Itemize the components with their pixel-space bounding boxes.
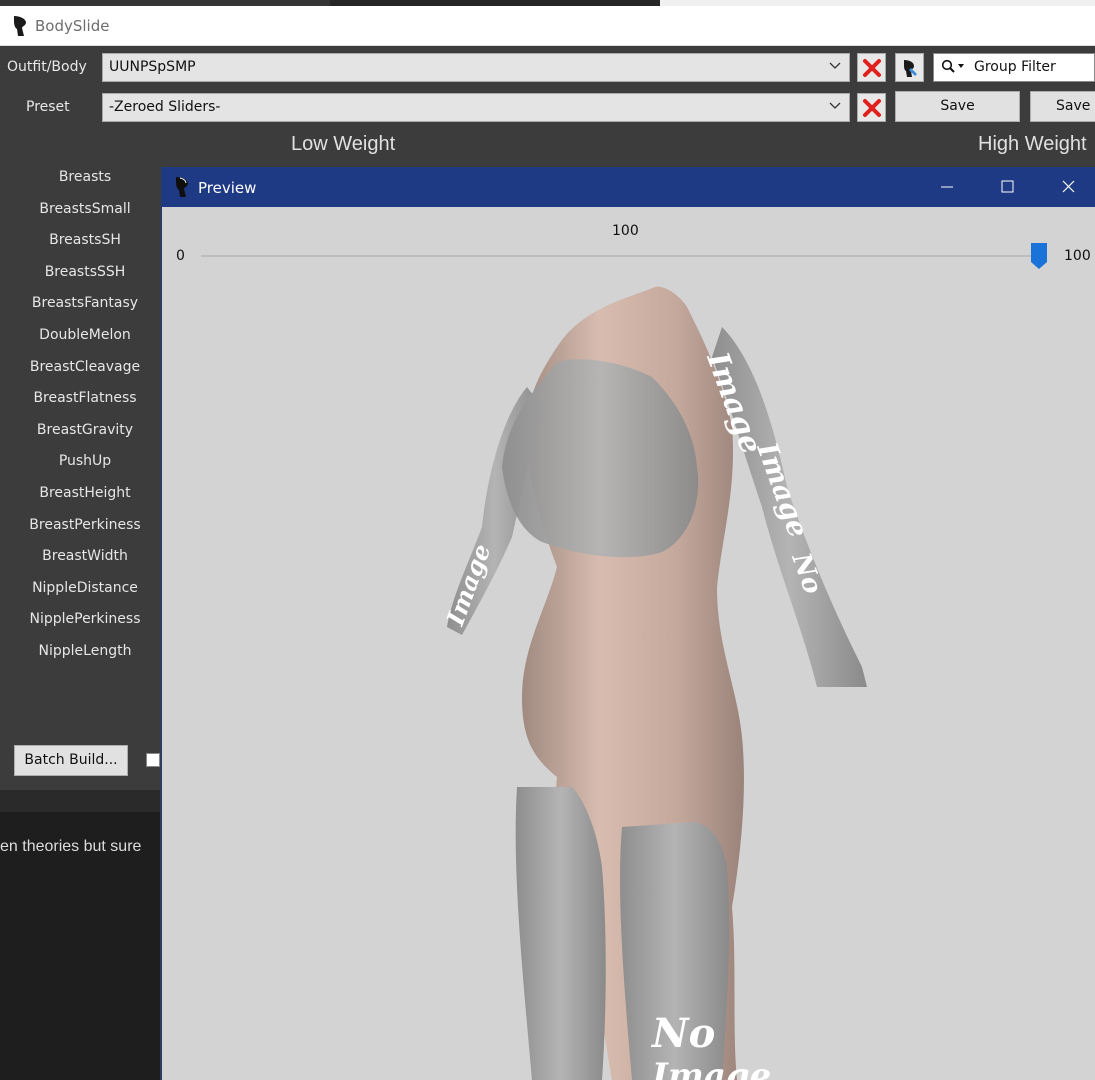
outfit-body-dropdown[interactable]: UUNPSpSMP (102, 53, 850, 82)
preset-label: Preset (26, 99, 70, 115)
chevron-down-icon (829, 102, 841, 109)
slider-name-breastgravity: BreastGravity (36, 421, 134, 438)
weight-max-label: 100 (1064, 248, 1091, 264)
outfit-body-label: Outfit/Body (7, 59, 87, 75)
maximize-button[interactable] (977, 167, 1037, 207)
preset-value: -Zeroed Sliders- (109, 99, 221, 115)
preview-title: Preview (198, 179, 257, 197)
maximize-icon (1001, 180, 1014, 193)
outfit-studio-icon (904, 60, 917, 77)
svg-text:Image: Image (651, 1056, 771, 1080)
clear-outfit-button[interactable] (857, 53, 886, 82)
outfit-studio-button[interactable] (895, 53, 924, 82)
slider-name-breastsssh: BreastsSSH (44, 263, 126, 280)
bodyslide-logo-icon (176, 177, 188, 197)
group-filter-input[interactable]: Group Filter (933, 53, 1095, 82)
preset-dropdown[interactable]: -Zeroed Sliders- (102, 93, 850, 122)
slider-name-breastssh: BreastsSH (49, 232, 121, 249)
slider-name-nippleperkiness: NipplePerkiness (29, 611, 141, 628)
checkbox[interactable] (146, 753, 160, 767)
low-weight-header: Low Weight (291, 133, 396, 155)
high-weight-header: High Weight (978, 133, 1087, 155)
close-button[interactable] (1037, 167, 1095, 207)
close-icon (1062, 180, 1075, 193)
slider-name-breastflatness: BreastFlatness (33, 390, 137, 407)
weight-min-label: 0 (176, 248, 185, 264)
minimize-icon (941, 186, 953, 188)
save-preset-button[interactable]: Save (895, 91, 1020, 122)
slider-name-pushup: PushUp (58, 453, 112, 470)
bodyslide-logo-icon (14, 16, 26, 36)
delete-preset-button[interactable] (857, 93, 886, 122)
slider-name-doublemelon: DoubleMelon (39, 327, 131, 343)
weight-current-value: 100 (612, 223, 639, 239)
slider-name-breastperkiness: BreastPerkiness (29, 516, 141, 533)
red-x-icon (863, 99, 881, 117)
search-icon (941, 59, 964, 73)
slider-name-breastssmall: BreastsSmall (39, 200, 131, 217)
background-window-text: en theories but sure (0, 838, 142, 855)
slider-name-breasts: Breasts (58, 169, 112, 185)
slider-name-breastcleavage: BreastCleavage (29, 358, 141, 375)
chevron-down-icon (829, 62, 841, 69)
batch-build-button[interactable]: Batch Build... (14, 745, 128, 776)
outfit-body-value: UUNPSpSMP (109, 59, 196, 75)
minimize-button[interactable] (917, 167, 977, 207)
preview-title-bar[interactable]: Preview (162, 167, 1095, 207)
slider-name-breastwidth: BreastWidth (42, 548, 128, 565)
slider-name-breastsfantasy: BreastsFantasy (31, 295, 139, 312)
weight-slider-fill (201, 255, 1039, 257)
bodyslide-title-bar: BodySlide (0, 6, 1095, 46)
save-as-preset-button[interactable]: Save A (1030, 91, 1095, 122)
weight-slider-thumb[interactable] (1031, 243, 1047, 269)
slider-name-breastheight: BreastHeight (39, 485, 131, 501)
red-x-icon (863, 59, 881, 77)
slider-name-nipplelength: NippleLength (38, 643, 132, 659)
preview-window: Preview 100 0 100 Image Image No Image N… (161, 167, 1095, 1080)
body-3d-model-render[interactable]: Image Image No Image No Image (162, 267, 1095, 1080)
slider-name-nippledistance: NippleDistance (32, 579, 138, 596)
svg-text:No: No (650, 1010, 715, 1057)
background-window-toolbar (0, 780, 160, 812)
window-title: BodySlide (35, 17, 110, 35)
group-filter-placeholder: Group Filter (974, 59, 1056, 75)
